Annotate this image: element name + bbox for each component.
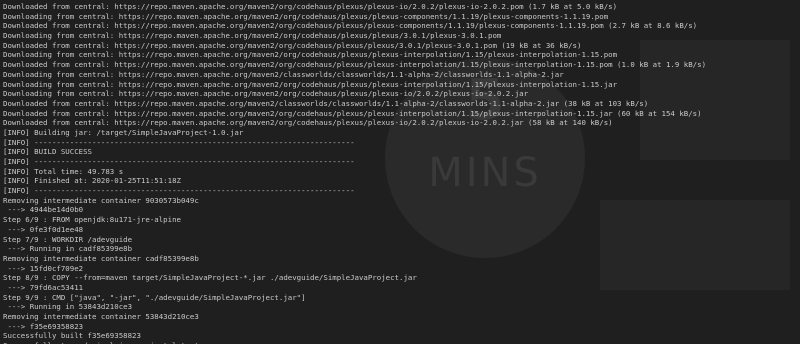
- terminal-line: ---> 15fd0cf709e2: [3, 263, 84, 273]
- terminal-line: ---> 79fd6ac53411: [3, 282, 84, 292]
- terminal-line: Step 7/9 : WORKDIR /adevguide: [3, 234, 133, 244]
- terminal-line: Downloaded from central: https://repo.ma…: [3, 98, 649, 108]
- terminal-line: ---> f35e69358823: [3, 321, 84, 331]
- terminal-line: [INFO] Finished at: 2020-01-25T11:51:18Z: [3, 176, 181, 186]
- terminal-output: Downloaded from central: https://repo.ma…: [3, 2, 706, 344]
- terminal-line: [INFO] Building jar: /target/SimpleJavaP…: [3, 127, 244, 137]
- terminal-line: Downloaded from central: https://repo.ma…: [3, 118, 613, 128]
- terminal-line: [INFO] ---------------------------------…: [3, 186, 355, 196]
- terminal-line: Step 9/9 : CMD ["java", "-jar", "./adevg…: [3, 292, 306, 302]
- terminal-line: Downloading from central: https://repo.m…: [3, 50, 618, 60]
- terminal-line: Downloading from central: https://repo.m…: [3, 11, 609, 21]
- terminal-line: Downloaded from central: https://repo.ma…: [3, 21, 698, 31]
- terminal-line: Downloaded from central: https://repo.ma…: [3, 108, 702, 118]
- terminal-line: Removing intermediate container 53843d21…: [3, 312, 199, 321]
- terminal-line: Successfully built f35e69358823: [3, 331, 141, 341]
- terminal-line: Downloaded from central: https://repo.ma…: [3, 2, 618, 11]
- terminal-line: Step 6/9 : FROM openjdk:8u171-jre-alpine: [3, 215, 181, 225]
- terminal-line: Downloading from central: https://repo.m…: [3, 79, 618, 89]
- terminal-line: ---> Running in cadf85399e8b: [3, 244, 133, 254]
- terminal-line: Downloading from central: https://repo.m…: [3, 89, 529, 99]
- terminal-line: ---> 0fe3f0d1ee48: [3, 224, 84, 234]
- terminal-line: [INFO] Total time: 49.783 s: [3, 166, 124, 176]
- terminal-line: Removing intermediate container cadf8539…: [3, 253, 199, 263]
- terminal-line: ---> 4944be14d0b0: [3, 205, 84, 215]
- terminal-line: Downloaded from central: https://repo.ma…: [3, 40, 582, 50]
- terminal-line: [INFO] ---------------------------------…: [3, 137, 355, 147]
- terminal-line: ---> Running in 53843d210ce3: [3, 302, 133, 312]
- terminal-line: Downloaded from central: https://repo.ma…: [3, 60, 707, 70]
- terminal-line: Removing intermediate container 9030573b…: [3, 195, 199, 205]
- terminal-line: Step 8/9 : COPY --from=maven target/Simp…: [3, 273, 417, 283]
- terminal-line: [INFO] ---------------------------------…: [3, 157, 355, 166]
- terminal-line: Downloading from central: https://repo.m…: [3, 69, 564, 79]
- terminal-line: Downloading from central: https://repo.m…: [3, 31, 502, 41]
- terminal-window[interactable]: 5 MINS Downloaded from central: https://…: [0, 0, 800, 344]
- terminal-line: [INFO] BUILD SUCCESS: [3, 147, 92, 157]
